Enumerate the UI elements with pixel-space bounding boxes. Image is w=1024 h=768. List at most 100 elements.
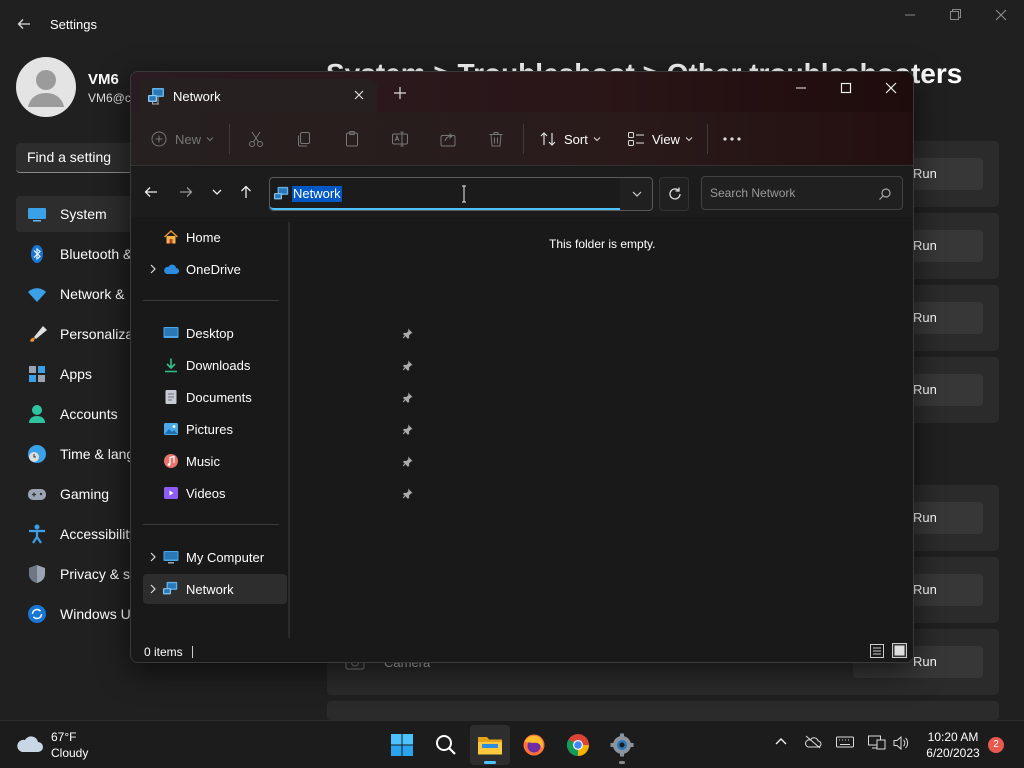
nav-item-network[interactable]: Network & bbox=[16, 276, 136, 312]
tab-title: Network bbox=[173, 89, 221, 104]
close-icon[interactable] bbox=[883, 80, 899, 96]
keyboard-icon[interactable] bbox=[836, 735, 854, 749]
nav-item-windows-update[interactable]: Windows U bbox=[16, 596, 136, 632]
sort-icon bbox=[540, 132, 556, 146]
copy-button[interactable] bbox=[295, 126, 313, 152]
pane-item-home[interactable]: Home bbox=[143, 222, 287, 252]
pane-item-music[interactable]: Music bbox=[143, 446, 287, 476]
chrome-taskbar-button[interactable] bbox=[558, 725, 598, 765]
weather-widget[interactable] bbox=[16, 733, 44, 755]
recent-locations-chevron-icon[interactable] bbox=[209, 184, 225, 200]
cut-button[interactable] bbox=[247, 126, 265, 152]
nav-label: Accessibility bbox=[60, 526, 136, 542]
back-arrow-icon[interactable] bbox=[143, 184, 159, 200]
item-count: 0 items bbox=[144, 645, 183, 659]
pane-item-pictures[interactable]: Pictures bbox=[143, 414, 287, 444]
nav-item-time-language[interactable]: Time & lang bbox=[16, 436, 136, 472]
nav-item-bluetooth[interactable]: Bluetooth & bbox=[16, 236, 136, 272]
share-button[interactable] bbox=[439, 126, 457, 152]
delete-button[interactable] bbox=[487, 126, 505, 152]
more-options-button[interactable] bbox=[722, 126, 742, 152]
refresh-button[interactable] bbox=[659, 177, 689, 211]
minimize-icon[interactable] bbox=[903, 8, 917, 22]
nav-item-gaming[interactable]: Gaming bbox=[16, 476, 136, 512]
nav-label: Network & bbox=[60, 286, 125, 302]
folder-icon bbox=[478, 737, 502, 755]
pane-label: Music bbox=[186, 453, 220, 469]
nav-item-privacy[interactable]: Privacy & se bbox=[16, 556, 136, 592]
restore-icon[interactable] bbox=[948, 8, 962, 22]
person-icon bbox=[29, 405, 45, 423]
clock-date[interactable]: 6/20/2023 bbox=[922, 746, 984, 760]
pin-icon[interactable] bbox=[402, 487, 414, 499]
nav-item-personalization[interactable]: Personaliza bbox=[16, 316, 136, 352]
search-button[interactable] bbox=[426, 725, 466, 765]
nav-item-accessibility[interactable]: Accessibility bbox=[16, 516, 136, 552]
chevron-up-icon[interactable] bbox=[774, 735, 788, 749]
address-bar[interactable]: Network bbox=[269, 177, 653, 211]
pane-item-desktop[interactable]: Desktop bbox=[143, 318, 287, 348]
settings-taskbar-button[interactable] bbox=[602, 725, 642, 765]
pane-scrollbar[interactable] bbox=[288, 222, 290, 640]
copy-icon bbox=[298, 132, 310, 147]
view-button[interactable]: View bbox=[627, 126, 694, 152]
pane-item-onedrive[interactable]: OneDrive bbox=[143, 254, 287, 284]
notification-badge[interactable]: 2 bbox=[988, 737, 1004, 753]
document-icon bbox=[165, 390, 177, 404]
maximize-icon[interactable] bbox=[838, 80, 854, 96]
pin-icon[interactable] bbox=[402, 391, 414, 403]
pin-icon[interactable] bbox=[402, 423, 414, 435]
pane-item-videos[interactable]: Videos bbox=[143, 478, 287, 508]
network-icon bbox=[274, 186, 289, 200]
pane-item-downloads[interactable]: Downloads bbox=[143, 350, 287, 380]
update-icon bbox=[28, 605, 46, 623]
settings-title: Settings bbox=[50, 17, 97, 32]
close-icon[interactable] bbox=[994, 8, 1008, 22]
pane-item-network[interactable]: Network bbox=[143, 574, 287, 604]
firefox-icon bbox=[523, 734, 545, 756]
pin-icon[interactable] bbox=[402, 327, 414, 339]
nav-item-system[interactable]: System bbox=[16, 196, 136, 232]
firefox-taskbar-button[interactable] bbox=[514, 725, 554, 765]
chevron-down-icon[interactable] bbox=[631, 188, 643, 200]
home-icon bbox=[164, 230, 178, 244]
network-tray-icon[interactable] bbox=[868, 735, 886, 751]
pane-item-my-computer[interactable]: My Computer bbox=[143, 542, 287, 572]
nav-item-apps[interactable]: Apps bbox=[16, 356, 136, 392]
sort-button[interactable]: Sort bbox=[539, 126, 602, 152]
plus-icon[interactable] bbox=[393, 86, 407, 100]
new-button[interactable]: New bbox=[150, 126, 215, 152]
nav-label: Privacy & se bbox=[60, 566, 136, 582]
paste-button[interactable] bbox=[343, 126, 361, 152]
start-button[interactable] bbox=[382, 725, 422, 765]
nav-item-accounts[interactable]: Accounts bbox=[16, 396, 136, 432]
file-explorer-taskbar-button[interactable] bbox=[470, 725, 510, 765]
taskbar: 67°F Cloudy 10:20 AM 6/20/2023 2 bbox=[0, 720, 1024, 768]
forward-arrow-icon[interactable] bbox=[178, 184, 194, 200]
onedrive-offline-icon[interactable] bbox=[804, 735, 822, 749]
clock-time[interactable]: 10:20 AM bbox=[922, 730, 984, 744]
pin-icon[interactable] bbox=[402, 455, 414, 467]
search-input[interactable]: Search Network bbox=[701, 176, 903, 210]
tab-network[interactable]: Network bbox=[139, 79, 377, 112]
volume-icon[interactable] bbox=[892, 735, 910, 751]
large-icons-view-icon[interactable] bbox=[892, 643, 907, 658]
close-icon[interactable] bbox=[351, 87, 367, 103]
chevron-right-icon[interactable] bbox=[145, 549, 161, 565]
details-view-icon[interactable] bbox=[870, 644, 884, 658]
chevron-right-icon[interactable] bbox=[145, 581, 161, 597]
chevron-down-icon bbox=[593, 137, 601, 142]
address-input[interactable]: Network bbox=[270, 178, 620, 210]
computer-icon bbox=[163, 551, 179, 564]
rename-button[interactable] bbox=[391, 126, 409, 152]
back-arrow-icon[interactable] bbox=[16, 16, 32, 32]
up-arrow-icon[interactable] bbox=[238, 184, 254, 200]
pin-icon[interactable] bbox=[402, 359, 414, 371]
download-icon bbox=[165, 358, 177, 373]
clipboard-icon bbox=[346, 131, 358, 147]
minimize-icon[interactable] bbox=[793, 80, 809, 96]
pane-item-documents[interactable]: Documents bbox=[143, 382, 287, 412]
new-label: New bbox=[175, 131, 202, 147]
find-setting-input[interactable]: Find a setting bbox=[16, 143, 146, 173]
chevron-right-icon[interactable] bbox=[145, 261, 161, 277]
